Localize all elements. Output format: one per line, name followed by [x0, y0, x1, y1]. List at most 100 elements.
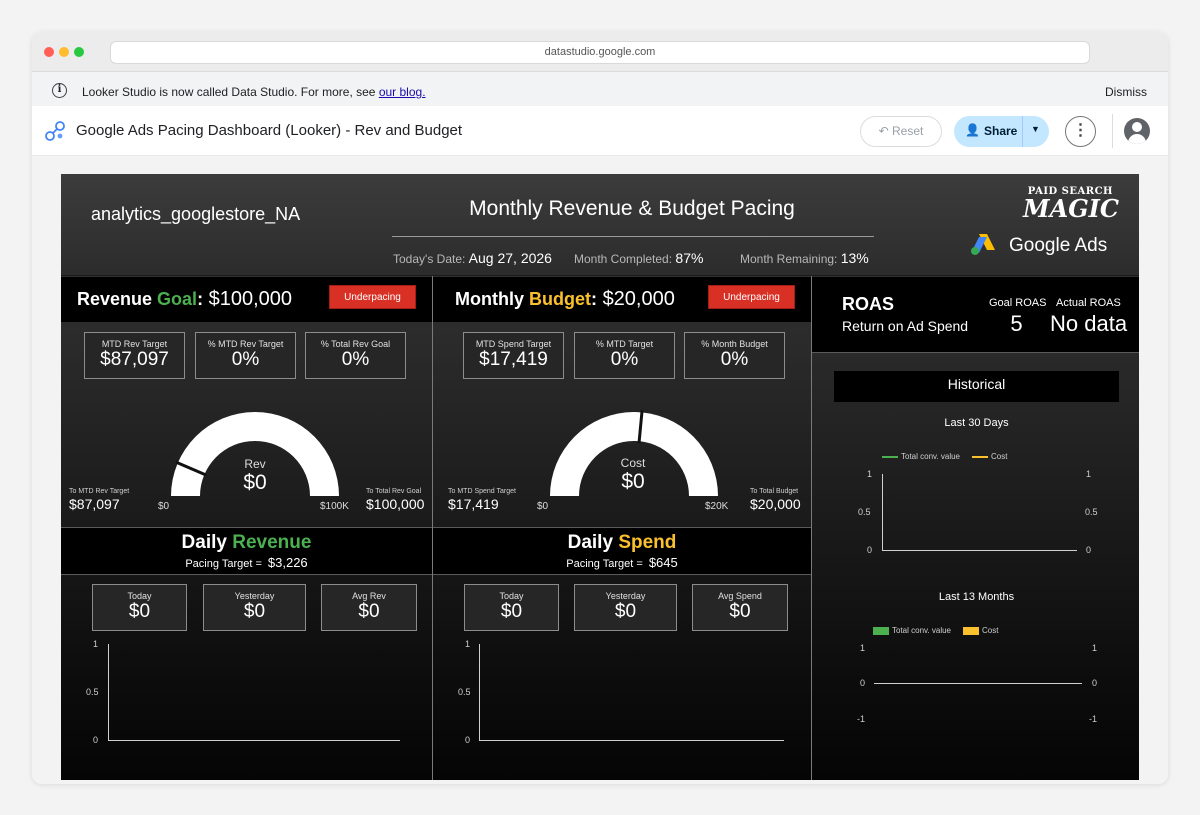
metric-value: $0 [128, 601, 151, 622]
pacing-label: Pacing Target = [185, 558, 262, 570]
today-rev-card: Today $0 [92, 584, 187, 631]
y2-tick-label: 0 [1086, 545, 1092, 555]
daily-spend-title-a: Daily [567, 532, 619, 553]
y-tick-label: 1 [465, 639, 471, 649]
gauge-side-value: $17,419 [448, 496, 499, 512]
blog-link[interactable]: our blog. [379, 85, 426, 99]
share-divider [1022, 116, 1023, 147]
dashboard-header: analytics_googlestore_NA Monthly Revenue… [61, 174, 1139, 276]
google-ads-logo-icon [971, 234, 995, 255]
revenue-gauge-center: Rev $0 [215, 457, 295, 495]
revenue-goal-header: Revenue Goal: $100,000 Underpacing [61, 277, 432, 322]
browser-window: datastudio.google.com i Looker Studio is… [32, 32, 1168, 784]
gauge-side-label: To Total Budget [750, 488, 799, 495]
dashboard-title: Monthly Revenue & Budget Pacing [469, 197, 795, 220]
month-completed-label: Month Completed: [574, 252, 673, 266]
yesterday-spend-card: Yesterday $0 [574, 584, 677, 631]
todays-date-label: Today's Date: [393, 252, 466, 266]
legend-swatch [972, 455, 988, 458]
legend-swatch [963, 626, 979, 635]
add-person-icon: 👤 [965, 123, 980, 137]
legend-item: Total conv. value [873, 626, 951, 635]
daily-spend-title: Daily Spend [433, 532, 811, 554]
y-axis [479, 644, 480, 741]
address-bar[interactable]: datastudio.google.com [110, 41, 1090, 64]
todays-date: Today's Date: Aug 27, 2026 [393, 250, 552, 266]
metric-label: % Month Budget [701, 339, 768, 349]
metric-label: MTD Spend Target [475, 339, 552, 349]
banner-text: Looker Studio is now called Data Studio.… [82, 85, 379, 99]
y2-tick-label: 0.5 [1085, 507, 1098, 517]
dismiss-button[interactable]: Dismiss [1105, 85, 1147, 99]
pacing-value: $645 [648, 555, 678, 570]
pct-mtd-rev-target-card: % MTD Rev Target 0% [195, 332, 296, 379]
paid-search-magic-logo: PAID SEARCH MAGIC [1023, 186, 1119, 221]
close-window-button[interactable] [44, 47, 54, 57]
today-spend-card: Today $0 [464, 584, 559, 631]
share-button[interactable]: 👤 Share ▼ [954, 116, 1049, 147]
budget-status-badge: Underpacing [708, 285, 795, 309]
budget-gauge-center: Cost $0 [593, 456, 673, 494]
toolbar-divider [1112, 114, 1113, 148]
metric-label: % MTD Target [595, 339, 654, 349]
historical-header: Historical [834, 371, 1119, 402]
y2-tick-label: 0 [1092, 678, 1098, 688]
dashboard: analytics_googlestore_NA Monthly Revenue… [61, 174, 1139, 780]
roas-subtitle: Return on Ad Spend [842, 318, 969, 334]
legend-swatch [873, 626, 889, 635]
pct-total-rev-goal-card: % Total Rev Goal 0% [305, 332, 406, 379]
monthly-budget-header: Monthly Budget: $20,000 Underpacing [433, 277, 811, 322]
legend-item: Cost [963, 626, 998, 635]
y-tick-label: 0.5 [458, 687, 471, 697]
actual-roas-value: No data [1050, 311, 1128, 336]
data-studio-logo-icon[interactable] [44, 120, 66, 142]
metric-value: 0% [720, 349, 749, 370]
daily-revenue-pacing: Pacing Target = $3,226 [61, 555, 432, 570]
share-label: Share [984, 124, 1018, 138]
account-name: analytics_googlestore_NA [91, 204, 301, 224]
revenue-gauge-left: To MTD Rev Target $87,097 [69, 488, 129, 512]
budget-gauge-max: $20K [705, 501, 729, 512]
revenue-goal-amount: $100,000 [208, 288, 293, 310]
daily-spend-pacing: Pacing Target = $645 [433, 555, 811, 570]
avatar-body [1128, 134, 1146, 144]
account-avatar[interactable] [1124, 118, 1150, 144]
zero-line [874, 683, 1082, 684]
y-tick-label: 0.5 [858, 507, 871, 517]
avg-spend-card: Avg Spend $0 [692, 584, 788, 631]
pacing-label: Pacing Target = [566, 558, 643, 570]
month-remaining-value: 13% [840, 250, 869, 266]
metric-value: $87,097 [100, 349, 169, 370]
gauge-side-label: To MTD Rev Target [69, 488, 130, 495]
x-axis [108, 740, 400, 741]
maximize-window-button[interactable] [74, 47, 84, 57]
legend-label: Cost [982, 626, 999, 635]
report-title[interactable]: Google Ads Pacing Dashboard (Looker) - R… [76, 122, 462, 139]
metric-value: $17,419 [479, 349, 548, 370]
monthly-budget-title: Monthly Budget: $20,000 [455, 288, 675, 311]
budget-label-c: : [591, 289, 597, 309]
banner-message: Looker Studio is now called Data Studio.… [82, 85, 426, 99]
minimize-window-button[interactable] [59, 47, 69, 57]
revenue-gauge-min: $0 [158, 501, 170, 512]
metric-label: Yesterday [234, 591, 275, 601]
month-remaining: Month Remaining: 13% [740, 250, 869, 266]
metric-label: MTD Rev Target [101, 339, 168, 349]
roas-title: ROAS [842, 294, 895, 314]
budget-amount: $20,000 [602, 288, 675, 310]
pct-month-budget-card: % Month Budget 0% [684, 332, 785, 379]
y-tick-label: 0 [860, 678, 866, 688]
legend-label: Total conv. value [892, 626, 951, 635]
revenue-goal-label-c: : [197, 289, 204, 309]
revenue-gauge-max: $100K [320, 501, 349, 512]
daily-spend-title-b: Spend [618, 532, 677, 553]
y-tick-label: 1 [860, 643, 866, 653]
reset-button[interactable]: ↶ Reset [860, 116, 942, 147]
revenue-goal-label-a: Revenue [77, 289, 158, 309]
legend-item: Total conv. value [882, 452, 960, 461]
share-dropdown-icon[interactable]: ▼ [1031, 124, 1040, 134]
more-options-button[interactable]: ⋮ [1065, 116, 1096, 147]
info-icon: i [52, 83, 67, 98]
y2-tick-label: 1 [1086, 469, 1092, 479]
roas-header: ROAS Return on Ad Spend Goal ROAS 5 Actu… [812, 277, 1139, 353]
